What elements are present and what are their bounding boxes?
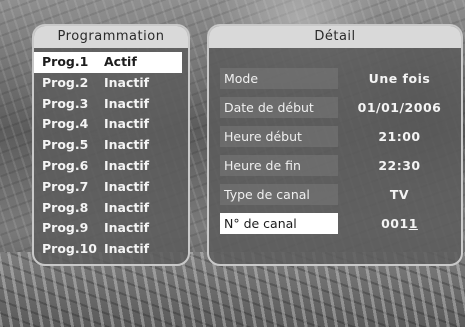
program-name: Prog.7 — [42, 178, 89, 194]
mode-label: Mode — [220, 67, 338, 89]
program-status: Inactif — [104, 95, 150, 111]
channel-number-prefix: 001 — [381, 215, 409, 231]
mode-value[interactable]: Une fois — [338, 71, 461, 86]
program-item-1[interactable]: Prog.1 Actif — [34, 52, 182, 73]
detail-panel: Détail Mode Une fois Date de début 01/01… — [207, 24, 463, 266]
program-item-2[interactable]: Prog.2 Inactif — [34, 73, 188, 94]
program-name: Prog.10 — [42, 241, 98, 257]
program-item-9[interactable]: Prog.9 Inactif — [34, 218, 188, 239]
program-name: Prog.9 — [42, 220, 89, 236]
program-name: Prog.3 — [42, 95, 89, 111]
program-name: Prog.5 — [42, 137, 89, 153]
detail-row-channel-type[interactable]: Type de canal TV — [209, 180, 461, 208]
detail-row-channel-number[interactable]: N° de canal 0011 — [209, 209, 461, 237]
program-item-8[interactable]: Prog.8 Inactif — [34, 198, 188, 219]
end-time-value[interactable]: 22:30 — [338, 158, 461, 173]
program-name: Prog.1 — [42, 54, 89, 69]
detail-panel-title: Détail — [209, 26, 461, 48]
detail-row-end-time[interactable]: Heure de fin 22:30 — [209, 151, 461, 179]
detail-row-start-time[interactable]: Heure début 21:00 — [209, 122, 461, 150]
program-name: Prog.8 — [42, 199, 89, 215]
start-date-label: Date de début — [220, 96, 338, 118]
program-name: Prog.4 — [42, 116, 89, 132]
program-status: Actif — [104, 54, 137, 69]
program-status: Inactif — [104, 199, 150, 215]
program-status: Inactif — [104, 157, 150, 173]
program-item-3[interactable]: Prog.3 Inactif — [34, 94, 188, 115]
program-status: Inactif — [104, 220, 150, 236]
program-item-5[interactable]: Prog.5 Inactif — [34, 135, 188, 156]
channel-number-cursor-digit: 1 — [408, 215, 418, 231]
program-item-10[interactable]: Prog.10 Inactif — [34, 239, 188, 260]
detail-fields: Mode Une fois Date de début 01/01/2006 H… — [209, 64, 461, 237]
program-status: Inactif — [104, 241, 150, 257]
program-list: Prog.1 Actif Prog.2 Inactif Prog.3 Inact… — [34, 52, 188, 260]
channel-type-label: Type de canal — [220, 183, 338, 205]
detail-row-start-date[interactable]: Date de début 01/01/2006 — [209, 93, 461, 121]
program-item-6[interactable]: Prog.6 Inactif — [34, 156, 188, 177]
programming-panel: Programmation Prog.1 Actif Prog.2 Inacti… — [32, 24, 190, 266]
start-time-label: Heure début — [220, 125, 338, 147]
program-name: Prog.2 — [42, 74, 89, 90]
program-status: Inactif — [104, 116, 150, 132]
program-item-7[interactable]: Prog.7 Inactif — [34, 177, 188, 198]
start-time-value[interactable]: 21:00 — [338, 129, 461, 144]
channel-number-value[interactable]: 0011 — [338, 216, 461, 231]
end-time-label: Heure de fin — [220, 154, 338, 176]
detail-row-mode[interactable]: Mode Une fois — [209, 64, 461, 92]
channel-number-label: N° de canal — [220, 212, 338, 234]
channel-type-value[interactable]: TV — [338, 187, 461, 202]
program-status: Inactif — [104, 178, 150, 194]
program-status: Inactif — [104, 74, 150, 90]
program-status: Inactif — [104, 137, 150, 153]
programming-panel-title: Programmation — [34, 26, 188, 48]
start-date-value[interactable]: 01/01/2006 — [338, 100, 461, 115]
program-item-4[interactable]: Prog.4 Inactif — [34, 114, 188, 135]
program-name: Prog.6 — [42, 157, 89, 173]
